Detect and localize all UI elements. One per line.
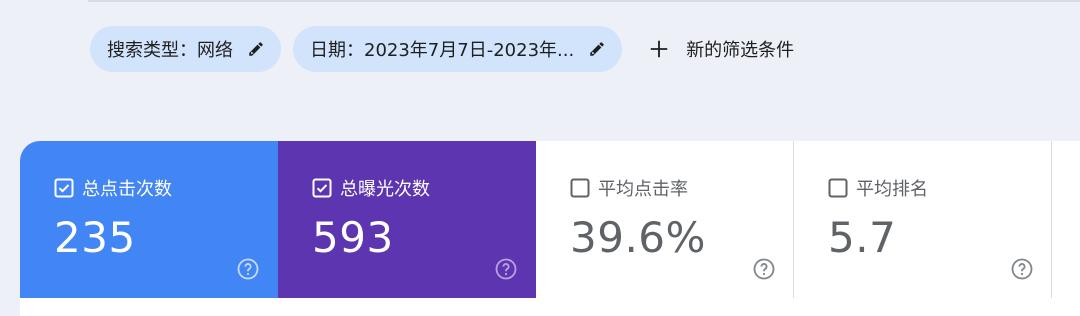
pencil-icon[interactable] [588, 40, 606, 58]
metric-title: 总曝光次数 [340, 179, 430, 200]
panel-background [20, 298, 1080, 316]
metric-title: 总点击次数 [82, 179, 172, 200]
metric-value: 5.7 [828, 213, 897, 262]
unchecked-checkbox-icon[interactable] [570, 178, 590, 198]
metric-card-average-ctr[interactable]: 平均点击率 39.6% [536, 141, 794, 298]
search-type-filter-chip[interactable]: 搜索类型：网络 [90, 26, 281, 72]
pencil-icon[interactable] [247, 40, 265, 58]
metric-title: 平均排名 [856, 179, 928, 200]
card-header: 平均排名 [828, 175, 928, 201]
metric-card-average-position[interactable]: 平均排名 5.7 [794, 141, 1052, 298]
filter-bar: 搜索类型：网络 日期：2023年7月7日-2023年... 新的筛选条件 [90, 26, 802, 72]
metric-title: 平均点击率 [598, 179, 688, 200]
help-icon[interactable] [1010, 257, 1034, 281]
metric-card-total-clicks[interactable]: 总点击次数 235 [20, 141, 278, 298]
plus-icon [648, 38, 670, 60]
chip-label: 日期：2023年7月7日-2023年... [310, 40, 575, 61]
help-icon[interactable] [236, 257, 260, 281]
chip-label: 搜索类型：网络 [107, 40, 233, 61]
search-console-performance: 搜索类型：网络 日期：2023年7月7日-2023年... 新的筛选条件 总点击… [0, 0, 1080, 316]
add-filter-button[interactable]: 新的筛选条件 [634, 26, 802, 72]
unchecked-checkbox-icon[interactable] [828, 178, 848, 198]
card-header: 总曝光次数 [312, 175, 430, 201]
metric-value: 39.6% [570, 213, 706, 262]
metric-value: 593 [312, 213, 394, 262]
metric-card-total-impressions[interactable]: 总曝光次数 593 [278, 141, 536, 298]
checked-checkbox-icon[interactable] [312, 178, 332, 198]
date-filter-chip[interactable]: 日期：2023年7月7日-2023年... [293, 26, 623, 72]
card-header: 平均点击率 [570, 175, 688, 201]
metric-value: 235 [54, 213, 136, 262]
metric-cards: 总点击次数 235 总曝光次数 593 平均点击率 39.6% 平均排名 5.7 [20, 141, 1052, 298]
add-filter-label: 新的筛选条件 [686, 40, 795, 61]
help-icon[interactable] [494, 257, 518, 281]
card-header: 总点击次数 [54, 175, 172, 201]
checked-checkbox-icon[interactable] [54, 178, 74, 198]
panel-background [1052, 141, 1080, 298]
help-icon[interactable] [752, 257, 776, 281]
divider [88, 0, 1080, 2]
